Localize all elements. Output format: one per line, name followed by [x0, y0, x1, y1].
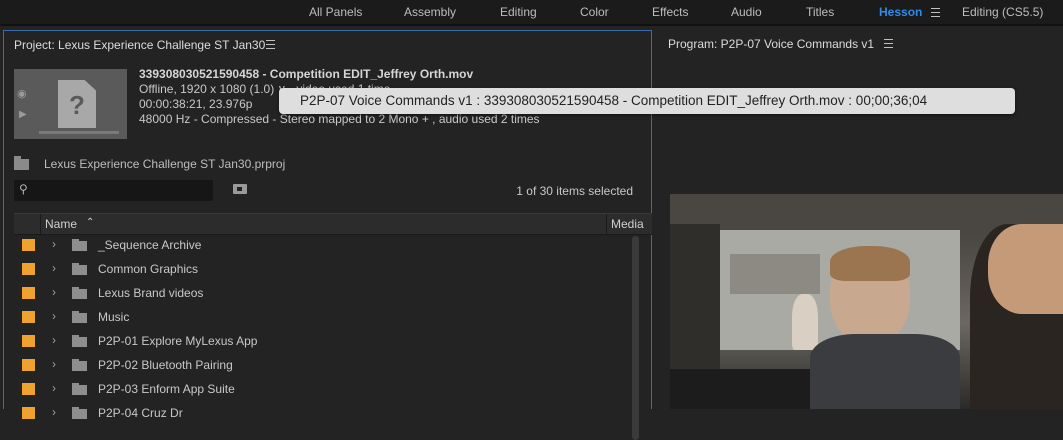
search-field[interactable]: ⚲ [14, 180, 213, 201]
play-icon[interactable]: ▶ [19, 109, 27, 120]
chevron-right-icon[interactable]: › [52, 261, 56, 275]
project-file-row: Lexus Experience Challenge ST Jan30.prpr… [14, 156, 634, 173]
clip-audio-info: 48000 Hz - Compressed - Stereo mapped to… [139, 112, 540, 126]
workspace-bar-divider [0, 24, 1063, 26]
car-door-panel [670, 369, 810, 409]
label-color-swatch[interactable] [22, 359, 35, 371]
list-item[interactable]: › Common Graphics [14, 258, 630, 282]
offline-file-icon: ? [58, 80, 96, 128]
items-selected-count: 1 of 30 items selected [516, 184, 633, 198]
chevron-right-icon[interactable]: › [52, 405, 56, 419]
project-item-list: › _Sequence Archive › Common Graphics › … [14, 234, 630, 440]
column-header-media[interactable]: Media [611, 217, 644, 231]
camera-icon[interactable]: ◉ [17, 87, 27, 100]
list-header: Name ⌃ Media [14, 213, 652, 235]
list-item[interactable]: › _Sequence Archive [14, 234, 630, 258]
workspace-menu-icon[interactable] [931, 8, 940, 17]
clip-thumbnail[interactable]: ◉ ▶ ? [14, 69, 127, 139]
workspace-tab-titles[interactable]: Titles [806, 0, 834, 24]
tooltip-text: P2P-07 Voice Commands v1 : 3393080305215… [300, 93, 928, 108]
workspace-tab-all-panels[interactable]: All Panels [309, 0, 362, 24]
list-item[interactable]: › P2P-04 Cruz Dr [14, 402, 630, 426]
project-panel-title[interactable]: Project: Lexus Experience Challenge ST J… [14, 38, 265, 52]
label-color-swatch[interactable] [22, 335, 35, 347]
list-item[interactable]: › P2P-01 Explore MyLexus App [14, 330, 630, 354]
bin-folder-icon [72, 287, 87, 299]
list-item-label: Common Graphics [98, 262, 199, 276]
bin-folder-icon [72, 359, 87, 371]
label-color-swatch[interactable] [22, 239, 35, 251]
thumbnail-scrubber[interactable] [39, 131, 119, 134]
list-item-label: P2P-02 Bluetooth Pairing [98, 358, 233, 372]
column-divider[interactable] [606, 214, 607, 234]
list-item-label: P2P-01 Explore MyLexus App [98, 334, 258, 348]
workspace-tab-audio[interactable]: Audio [731, 0, 762, 24]
list-item[interactable]: › Lexus Brand videos [14, 282, 630, 306]
label-color-swatch[interactable] [22, 263, 35, 275]
label-color-swatch[interactable] [22, 383, 35, 395]
list-item[interactable]: › P2P-02 Bluetooth Pairing [14, 354, 630, 378]
new-search-bin-button[interactable] [233, 184, 247, 194]
chevron-right-icon[interactable]: › [52, 237, 56, 251]
bin-folder-icon [72, 383, 87, 395]
chevron-right-icon[interactable]: › [52, 309, 56, 323]
project-folder-icon [14, 156, 29, 170]
bin-folder-icon [72, 407, 87, 419]
program-video-frame[interactable] [670, 194, 1063, 409]
workspace-tab-editing-cs55[interactable]: Editing (CS5.5) [962, 0, 1043, 24]
program-panel-menu-icon[interactable] [884, 39, 893, 48]
clip-name: 339308030521590458 - Competition EDIT_Je… [139, 67, 474, 81]
list-item-label: P2P-04 Cruz Dr [98, 406, 183, 420]
project-panel: Project: Lexus Experience Challenge ST J… [3, 30, 652, 440]
person-hair [830, 246, 910, 281]
program-panel-title[interactable]: Program: P2P-07 Voice Commands v1 [668, 37, 874, 51]
chevron-right-icon[interactable]: › [52, 285, 56, 299]
chevron-right-icon[interactable]: › [52, 357, 56, 371]
search-icon: ⚲ [19, 182, 28, 196]
bin-folder-icon [72, 263, 87, 275]
list-item[interactable]: › Music [14, 306, 630, 330]
list-item-label: Music [98, 310, 130, 324]
chevron-right-icon[interactable]: › [52, 381, 56, 395]
label-color-swatch[interactable] [22, 311, 35, 323]
workspace-bar: All Panels Assembly Editing Color Effect… [0, 0, 1063, 26]
search-input[interactable] [36, 182, 210, 200]
label-color-swatch[interactable] [22, 287, 35, 299]
workspace-tab-effects[interactable]: Effects [652, 0, 688, 24]
project-file-name: Lexus Experience Challenge ST Jan30.prpr… [44, 157, 286, 171]
timecode-tooltip: P2P-07 Voice Commands v1 : 3393080305215… [279, 88, 1015, 114]
list-item[interactable]: › P2P-03 Enform App Suite [14, 378, 630, 402]
column-divider [40, 214, 41, 234]
background-person [792, 294, 818, 350]
workspace-tab-color[interactable]: Color [580, 0, 609, 24]
bin-folder-icon [72, 311, 87, 323]
bin-folder-icon [72, 239, 87, 251]
project-panel-menu-icon[interactable] [266, 40, 275, 49]
workspace-tab-editing[interactable]: Editing [500, 0, 537, 24]
list-item-label: Lexus Brand videos [98, 286, 204, 300]
bin-folder-icon [72, 335, 87, 347]
list-item-label: P2P-03 Enform App Suite [98, 382, 235, 396]
chevron-right-icon[interactable]: › [52, 333, 56, 347]
list-item-label: _Sequence Archive [98, 238, 202, 252]
workspace-tab-assembly[interactable]: Assembly [404, 0, 456, 24]
person-shirt [810, 334, 960, 409]
background-building [730, 254, 820, 294]
workspace-tab-hesson[interactable]: Hesson [879, 0, 922, 24]
program-monitor-panel: Program: P2P-07 Voice Commands v1 [656, 30, 1063, 409]
list-scrollbar[interactable] [632, 236, 639, 440]
foreground-face [988, 224, 1063, 314]
column-header-name[interactable]: Name [45, 217, 77, 231]
sort-ascending-icon[interactable]: ⌃ [86, 217, 94, 228]
clip-duration: 00:00:38:21, 23.976p [139, 97, 253, 111]
